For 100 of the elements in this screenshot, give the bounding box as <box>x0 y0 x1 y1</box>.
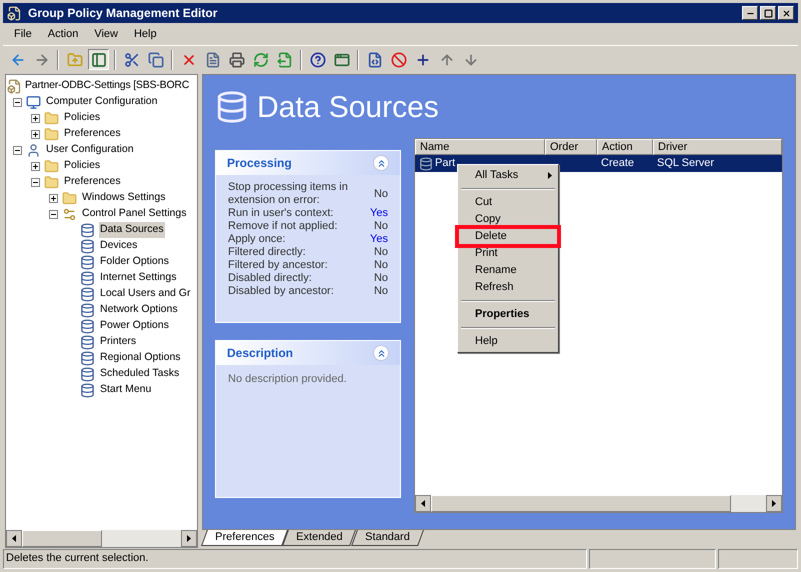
item-icon <box>80 382 95 398</box>
tree-item[interactable]: Preferences <box>63 126 122 142</box>
control-panel-icon <box>62 206 77 222</box>
plus-icon <box>32 114 39 122</box>
status-text: Deletes the current selection. <box>3 549 587 569</box>
property-label: Filtered directly: <box>228 246 307 259</box>
item-icon <box>80 318 95 334</box>
tree-item[interactable]: Internet Settings <box>99 270 178 286</box>
collapse-button[interactable] <box>373 155 389 171</box>
horizontal-scrollbar[interactable] <box>415 495 782 512</box>
collapse-toggle[interactable] <box>13 98 22 106</box>
expand-toggle[interactable] <box>31 114 40 122</box>
item-icon <box>80 302 95 318</box>
tree-item[interactable]: Local Users and Gr <box>99 286 192 302</box>
window-title: Group Policy Management Editor <box>28 5 218 22</box>
menu-option[interactable]: Cut <box>458 194 558 211</box>
data-sources-icon <box>215 90 249 124</box>
card-title: Description <box>227 345 294 362</box>
printer-icon <box>228 52 244 68</box>
tree-item[interactable]: Devices <box>99 238 138 254</box>
close-button[interactable] <box>778 6 794 20</box>
tree-item[interactable]: Power Options <box>99 318 170 334</box>
property-value: No <box>374 272 388 285</box>
tree-item[interactable]: Windows Settings <box>81 190 166 206</box>
tree-item[interactable]: Preferences <box>63 174 122 190</box>
card-title: Processing <box>227 155 292 172</box>
item-icon <box>80 270 95 286</box>
menu-option[interactable]: Print <box>458 245 558 262</box>
maximize-button[interactable] <box>760 6 776 20</box>
menu-option[interactable]: Properties <box>458 306 558 323</box>
plus-icon <box>414 52 430 68</box>
item-icon <box>80 350 95 366</box>
column-header[interactable]: Order <box>545 139 597 155</box>
right-arrow-icon <box>187 535 191 542</box>
menu-option[interactable]: Help <box>458 333 558 350</box>
horizontal-scrollbar[interactable] <box>6 530 197 547</box>
table-cell-text: Part <box>435 156 456 172</box>
tree-item[interactable]: Policies <box>63 158 102 174</box>
folder-icon <box>44 174 59 190</box>
maximize-icon <box>764 8 772 18</box>
column-header[interactable]: Name <box>415 139 545 155</box>
menu-option[interactable]: Delete <box>458 228 558 245</box>
menu-item[interactable]: View <box>87 26 125 42</box>
submenu-arrow-icon <box>548 172 552 179</box>
menu-item[interactable]: Action <box>40 26 86 42</box>
property-value: Yes <box>370 207 388 220</box>
user-icon <box>26 142 41 158</box>
property-label: Remove if not applied: <box>228 220 338 233</box>
tree-item[interactable]: Printers <box>99 334 138 350</box>
expand-toggle[interactable] <box>31 130 40 138</box>
item-icon <box>80 254 95 270</box>
panel-icon <box>90 52 106 68</box>
menu-option[interactable]: Rename <box>458 262 558 279</box>
tree-item[interactable]: Control Panel Settings <box>81 206 188 222</box>
tab[interactable]: Preferences <box>201 530 288 546</box>
item-icon <box>80 334 95 350</box>
tree-item[interactable]: Start Menu <box>99 382 152 398</box>
document-icon <box>204 52 220 68</box>
property-label: Run in user's context: <box>228 207 334 220</box>
property-label: Stop processing items in extension on error: <box>228 181 349 207</box>
tree-item[interactable]: Partner-ODBC-Settings [SBS-BORC <box>24 78 190 94</box>
tab[interactable]: Extended <box>282 530 357 546</box>
chevrons-up-icon <box>376 158 386 168</box>
expand-toggle[interactable] <box>31 162 40 170</box>
minimize-button[interactable] <box>742 6 758 20</box>
item-icon <box>80 222 95 238</box>
description-text: No description provided. <box>228 373 347 385</box>
tree-item[interactable]: Data Sources <box>99 222 165 238</box>
property-value: No <box>374 220 388 233</box>
expand-toggle[interactable] <box>49 194 58 202</box>
left-arrow-icon <box>12 535 16 542</box>
collapse-toggle[interactable] <box>13 146 22 154</box>
item-icon <box>80 366 95 382</box>
tree-item[interactable]: Network Options <box>99 302 179 318</box>
collapse-toggle[interactable] <box>49 210 58 218</box>
collapse-button[interactable] <box>373 345 389 361</box>
tree-item[interactable]: User Configuration <box>45 142 135 158</box>
tab[interactable]: Standard <box>350 530 424 546</box>
tree-item[interactable]: Scheduled Tasks <box>99 366 180 382</box>
collapse-toggle[interactable] <box>31 178 40 186</box>
menu-option[interactable]: Copy <box>458 211 558 228</box>
menu-option[interactable]: Refresh <box>458 279 558 296</box>
property-label: Disabled directly: <box>228 272 313 285</box>
tree-item[interactable]: Computer Configuration <box>45 94 158 110</box>
no-entry-icon <box>390 52 406 68</box>
folder-icon <box>44 110 59 126</box>
column-header[interactable]: Action <box>597 139 653 155</box>
tree-item[interactable]: Regional Options <box>99 350 182 366</box>
table-cell: Create <box>601 157 634 170</box>
menu-item[interactable]: File <box>7 26 39 42</box>
tree-item[interactable]: Folder Options <box>99 254 170 270</box>
property-value: No <box>374 246 388 259</box>
toolbar-button[interactable] <box>88 49 109 70</box>
menu-item[interactable]: Help <box>126 26 164 42</box>
folder-icon <box>44 158 59 174</box>
code-file-icon <box>366 52 382 68</box>
column-header[interactable]: Driver <box>653 139 782 155</box>
item-icon <box>80 238 95 254</box>
property-value: No <box>374 188 388 200</box>
tree-item[interactable]: Policies <box>63 110 102 126</box>
